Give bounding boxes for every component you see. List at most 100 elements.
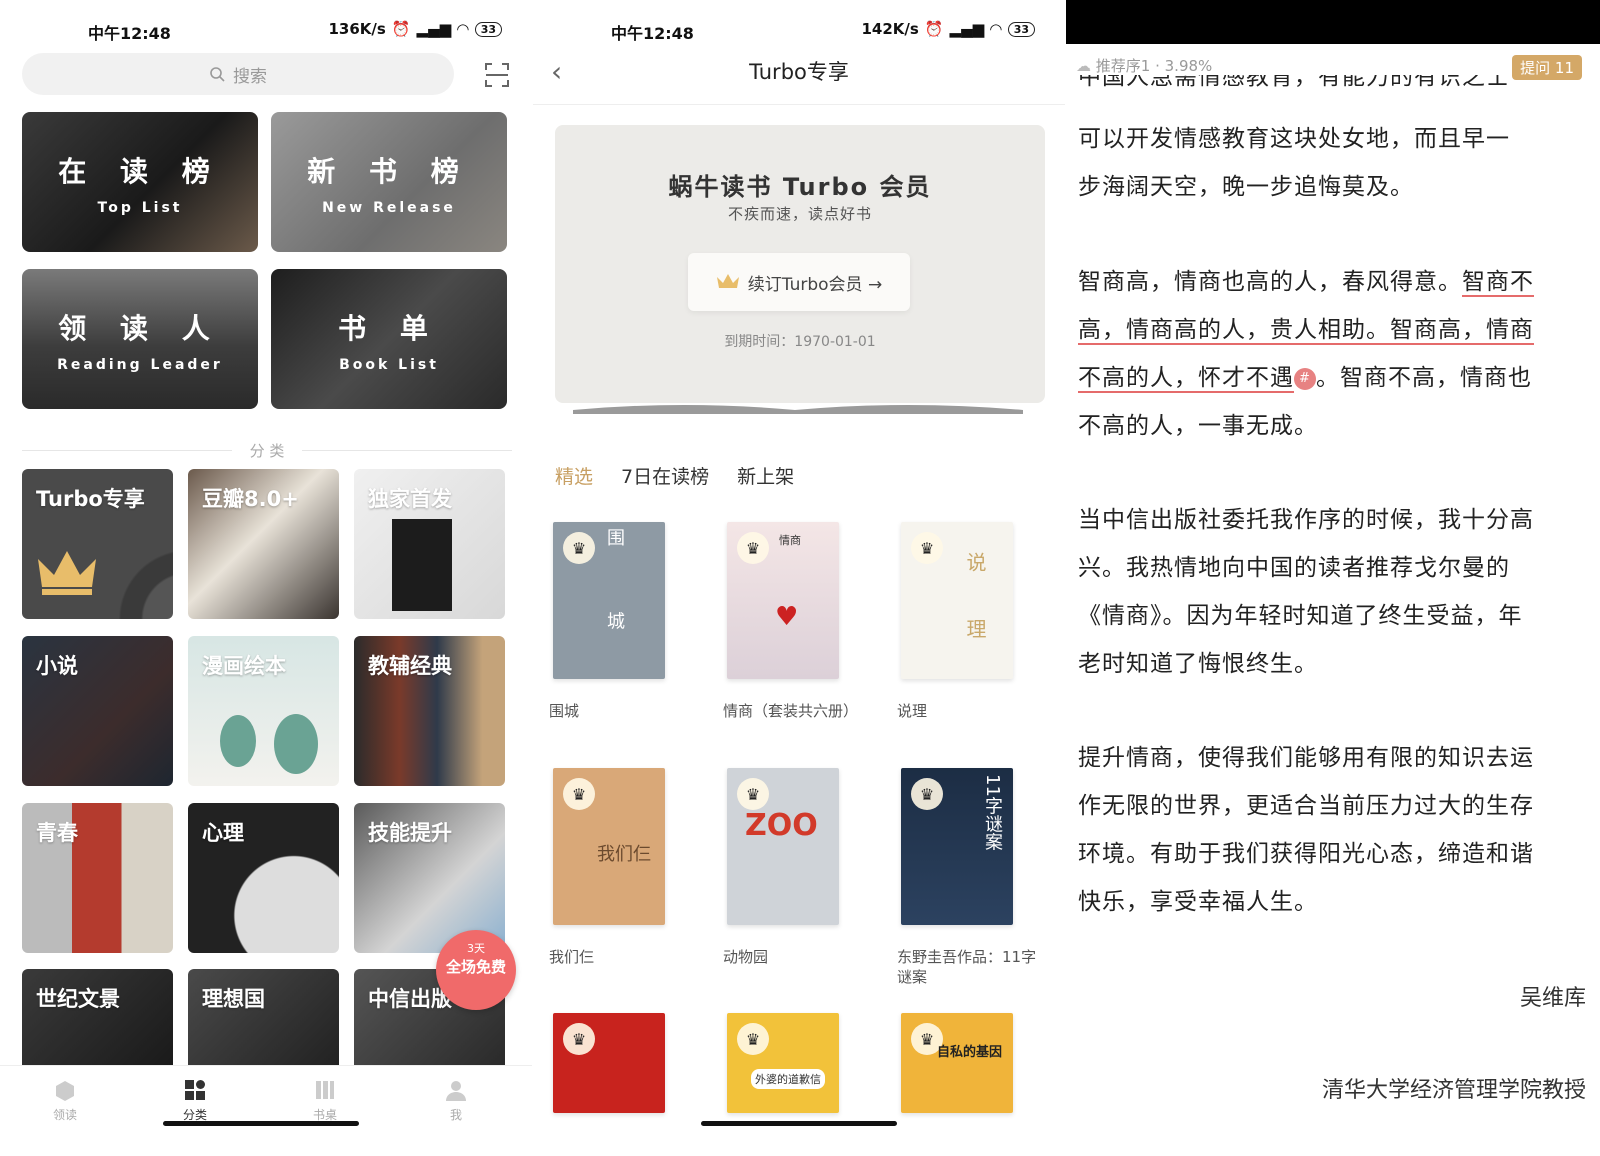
crown-icon: ♛ [563, 1023, 595, 1055]
status-bar: 中午12:48 136K/s ⏰ ▂▄▆ ◠ 33 [0, 18, 532, 44]
tab-7day-ranking[interactable]: 7日在读榜 [621, 462, 709, 489]
book-item[interactable]: ♛ ZOO 动物园 [723, 768, 873, 967]
status-time: 中午12:48 [88, 24, 171, 43]
bookshelf-icon [316, 1081, 334, 1099]
book-tabs: 精选 7日在读榜 新上架 [555, 462, 794, 489]
category-douban[interactable]: 豆瓣8.0+ [188, 469, 339, 619]
promo-text: 全场免费 [445, 958, 506, 976]
new-release-subtitle: New Release [322, 200, 456, 216]
search-placeholder: 搜索 [233, 66, 267, 87]
network-speed: 142K/s [861, 20, 919, 38]
paragraph-2: 智商高，情商也高的人，春风得意。智商不高，情商高的人，贵人相助。智商高，情商不高… [1078, 269, 1534, 439]
reading-leader-subtitle: Reading Leader [57, 357, 223, 373]
renew-membership-button[interactable]: 续订Turbo会员 → [688, 253, 910, 311]
bottom-tab-bar: 领读 分类 书桌 我 [0, 1065, 532, 1156]
book-item[interactable]: ♛ 我们仨 我们仨 [549, 768, 699, 967]
back-icon[interactable]: ‹ [551, 55, 562, 88]
tab-bookshelf[interactable]: 书桌 [285, 1078, 365, 1123]
cloud-icon: ☁ [1076, 57, 1091, 75]
top-list-subtitle: Top List [97, 200, 183, 216]
banner-title: 蜗牛读书 Turbo 会员 [668, 173, 932, 201]
book-cover-image [392, 519, 452, 611]
alarm-icon: ⏰ [924, 20, 944, 38]
network-speed: 136K/s [328, 20, 386, 38]
category-lixiangguo[interactable]: 理想国 [188, 969, 339, 1065]
category-turbo[interactable]: Turbo专享 [22, 469, 173, 619]
page-title: Turbo专享 [749, 60, 849, 84]
crown-icon: ♛ [737, 778, 769, 810]
search-icon [210, 67, 225, 82]
turbo-screen: 中午12:48 142K/s ⏰ ▂▄▆ ◠ 33 ‹ Turbo专享 蜗牛读书… [533, 0, 1065, 1156]
book-title: 东野圭吾作品：11字谜案 [897, 948, 1037, 986]
signal-icon: ▂▄▆ [416, 20, 452, 38]
preface-author: 吴维库 [1519, 986, 1586, 1011]
signal-icon: ▂▄▆ [949, 20, 985, 38]
user-icon [446, 1081, 466, 1101]
book-item[interactable]: ♛ 说 理 说理 [897, 522, 1047, 721]
promo-days: 3天 [467, 942, 485, 955]
category-screen: 中午12:48 136K/s ⏰ ▂▄▆ ◠ 33 搜索 在 读 榜 Top L… [0, 0, 532, 1156]
category-section-label: 分 类 [22, 440, 512, 460]
category-exclusive[interactable]: 独家首发 [354, 469, 505, 619]
expiry-date: 到期时间：1970-01-01 [724, 334, 876, 350]
reading-icon [56, 1081, 74, 1101]
open-book-decoration [573, 405, 1023, 414]
category-classics[interactable]: 教辅经典 [354, 636, 505, 786]
paragraph-1: 可以开发情感教育这块处女地，而且早一 步海阔天空，晚一步追悔莫及。 [1078, 126, 1510, 200]
category-fiction[interactable]: 小说 [22, 636, 173, 786]
battery-icon: 33 [1007, 21, 1035, 37]
book-title: 围城 [549, 702, 580, 720]
banner-slogan: 不疾而速，读点好书 [727, 205, 872, 223]
dinosaur-illustration [220, 714, 318, 774]
wifi-icon: ◠ [457, 20, 469, 38]
category-comics[interactable]: 漫画绘本 [188, 636, 339, 786]
crown-icon [38, 551, 96, 595]
crown-icon [716, 274, 739, 288]
home-indicator [163, 1121, 359, 1126]
book-title: 情商（套装共六册） [723, 702, 859, 720]
heart-icon: ♥ [775, 602, 799, 632]
top-list-card[interactable]: 在 读 榜 Top List [22, 112, 258, 252]
book-title: 说理 [897, 702, 928, 720]
book-item[interactable]: ♛ 围 城 围城 [549, 522, 699, 721]
nav-bar: ‹ Turbo专享 [533, 55, 1065, 95]
book-list-card[interactable]: 书 单 Book List [271, 269, 507, 409]
crown-icon: ♛ [563, 532, 595, 564]
scan-icon[interactable] [484, 62, 510, 88]
tab-category[interactable]: 分类 [155, 1078, 235, 1123]
reading-leader-card[interactable]: 领 读 人 Reading Leader [22, 269, 258, 409]
category-wenjing[interactable]: 世纪文景 [22, 969, 173, 1065]
book-item[interactable]: ♛ 11字谜案 东野圭吾作品：11字谜案 [897, 768, 1047, 987]
book-item[interactable]: ♛ 自私的基因 [897, 1013, 1047, 1113]
category-psychology[interactable]: 心理 [188, 803, 339, 953]
reader-screen: ☁ 推荐序1 · 3.98% 提问 11 中国人急需情感教育，有能力的有识之士 … [1066, 0, 1600, 1156]
crown-icon: ♛ [911, 778, 943, 810]
battery-icon: 33 [474, 21, 502, 37]
category-youth[interactable]: 青春 [22, 803, 173, 953]
book-title: 动物园 [723, 948, 769, 966]
book-item[interactable]: ♛ 外婆的道歉信 [723, 1013, 873, 1113]
note-marker-icon[interactable]: # [1294, 367, 1316, 390]
new-release-card[interactable]: 新 书 榜 New Release [271, 112, 507, 252]
tab-new-arrivals[interactable]: 新上架 [737, 462, 794, 489]
paragraph-3: 当中信出版社委托我作序的时候，我十分高兴。我热情地向中国的读者推荐戈尔曼的《情商… [1078, 507, 1534, 677]
home-indicator [701, 1121, 897, 1126]
top-list-title: 在 读 榜 [58, 155, 222, 188]
book-list-subtitle: Book List [339, 357, 439, 373]
search-bar[interactable]: 搜索 [22, 53, 454, 95]
alarm-icon: ⏰ [391, 20, 411, 38]
book-item[interactable]: ♛ [549, 1013, 699, 1113]
crown-icon: ♛ [737, 532, 769, 564]
tab-lead-reading[interactable]: 领读 [25, 1078, 105, 1123]
free-promo-badge[interactable]: 3天 全场免费 [436, 930, 516, 1010]
status-bar: 中午12:48 142K/s ⏰ ▂▄▆ ◠ 33 [533, 18, 1065, 44]
tab-featured[interactable]: 精选 [555, 462, 593, 489]
preface-author-title: 清华大学经济管理学院教授 [1321, 1078, 1586, 1103]
book-title: 我们仨 [549, 948, 595, 966]
paragraph-4: 提升情商，使得我们能够用有限的知识去运作无限的世界，更适合当前压力过大的生存环境… [1078, 745, 1534, 915]
book-item[interactable]: ♛ 情商 ♥ 情商（套装共六册） [723, 522, 873, 721]
status-time: 中午12:48 [611, 24, 694, 43]
tab-me[interactable]: 我 [416, 1078, 496, 1123]
chapter-progress: 推荐序1 · 3.98% [1095, 57, 1213, 75]
crown-icon: ♛ [563, 778, 595, 810]
